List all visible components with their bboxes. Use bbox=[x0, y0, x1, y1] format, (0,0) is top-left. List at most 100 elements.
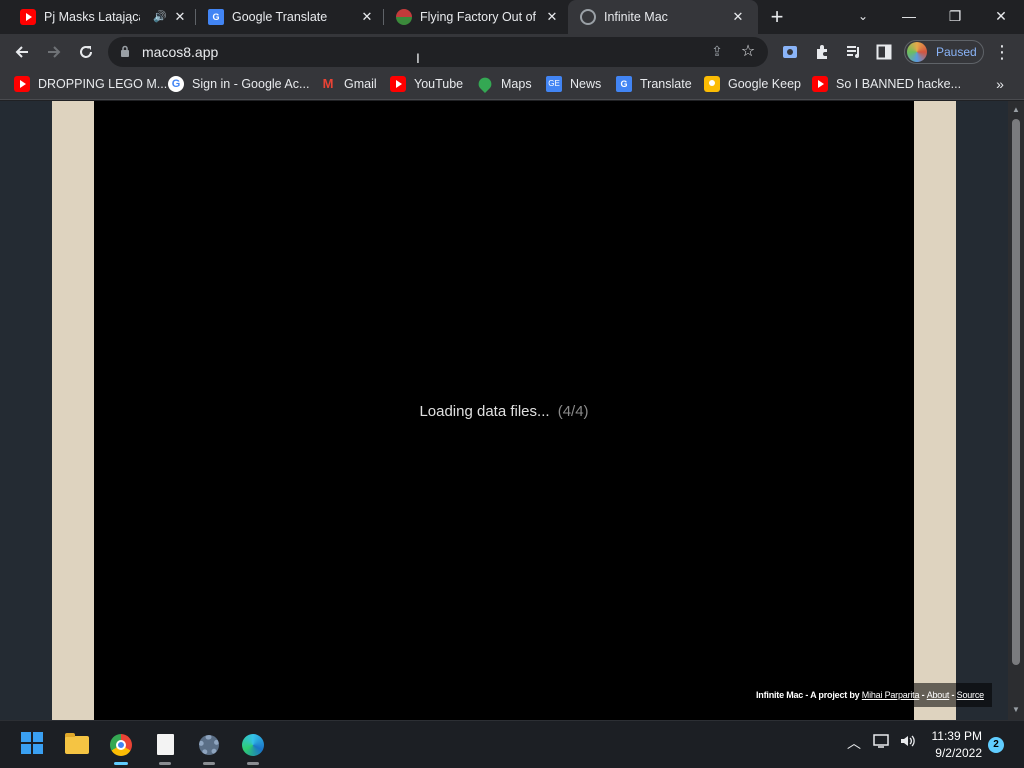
footer-separator: - bbox=[919, 690, 927, 700]
running-indicator bbox=[114, 762, 128, 765]
bookmark-news[interactable]: GE News bbox=[546, 70, 601, 98]
close-window-button[interactable]: ✕ bbox=[978, 0, 1024, 34]
windows-logo-pane bbox=[21, 744, 31, 754]
close-tab-icon[interactable]: ✕ bbox=[544, 9, 560, 25]
tab-title: Infinite Mac bbox=[604, 10, 668, 24]
bookmark-star-icon[interactable]: ☆ bbox=[738, 41, 758, 61]
gear-icon bbox=[199, 735, 219, 755]
page-content: Loading data files... (4/4) Infinite Mac… bbox=[0, 101, 1008, 720]
taskbar-file-explorer[interactable] bbox=[61, 729, 93, 761]
page-scrollbar[interactable]: ▲ ▼ bbox=[1008, 101, 1024, 720]
tab-title: Pj Masks Latająca f bbox=[44, 10, 140, 24]
tab-title: Google Translate bbox=[232, 10, 328, 24]
gmail-icon: M bbox=[322, 76, 334, 91]
google-translate-icon: G bbox=[616, 76, 632, 92]
chrome-icon bbox=[110, 734, 132, 756]
system-clock[interactable]: 11:39 PM 9/2/2022 bbox=[912, 728, 982, 762]
mac-bezel-right bbox=[914, 101, 956, 720]
profile-button[interactable]: Paused bbox=[904, 40, 984, 64]
bookmark-google-signin[interactable]: G Sign in - Google Ac... bbox=[168, 70, 309, 98]
bookmark-google-keep[interactable]: Google Keep bbox=[704, 70, 801, 98]
network-icon[interactable] bbox=[872, 733, 892, 752]
loading-progress: (4/4) bbox=[557, 403, 589, 420]
tab-google-translate[interactable]: G Google Translate ✕ bbox=[196, 0, 382, 34]
reload-icon bbox=[80, 46, 92, 58]
scroll-up-icon[interactable]: ▲ bbox=[1011, 105, 1021, 115]
globe-icon bbox=[580, 9, 596, 25]
reload-button[interactable] bbox=[72, 38, 100, 66]
google-icon: G bbox=[168, 76, 184, 92]
news-icon: GE bbox=[546, 76, 562, 92]
forward-button[interactable] bbox=[40, 38, 68, 66]
speaker-icon[interactable]: 🔊 bbox=[152, 9, 168, 25]
document-icon bbox=[157, 734, 174, 755]
taskbar-chrome[interactable] bbox=[105, 729, 137, 765]
text-cursor-icon: I bbox=[416, 50, 420, 66]
restore-button[interactable]: ❐ bbox=[932, 0, 978, 34]
tab-flying-factory[interactable]: Flying Factory Out of C ✕ bbox=[384, 0, 568, 34]
url-text: macos8.app bbox=[142, 44, 219, 60]
bookmarks-bar: DROPPING LEGO M... G Sign in - Google Ac… bbox=[0, 70, 1024, 100]
bookmark-dropping-lego[interactable]: DROPPING LEGO M... bbox=[14, 70, 167, 98]
running-indicator bbox=[247, 762, 259, 765]
address-bar[interactable]: macos8.app ⇪ ☆ bbox=[108, 37, 768, 67]
share-icon[interactable]: ⇪ bbox=[708, 43, 726, 61]
lock-icon bbox=[121, 45, 129, 57]
bookmark-banned-hackers[interactable]: So I BANNED hacke... bbox=[812, 70, 961, 98]
about-link[interactable]: About bbox=[927, 690, 950, 700]
bookmark-label: YouTube bbox=[414, 77, 464, 91]
network-display-icon bbox=[873, 734, 889, 748]
extensions-button[interactable] bbox=[808, 38, 836, 66]
music-queue-icon bbox=[847, 46, 859, 58]
bookmark-gmail[interactable]: M Gmail bbox=[320, 70, 377, 98]
site-footer: Infinite Mac - A project by Mihai Parpar… bbox=[748, 683, 992, 707]
new-tab-button[interactable]: + bbox=[763, 3, 791, 31]
start-button[interactable] bbox=[21, 732, 43, 754]
youtube-icon bbox=[20, 9, 36, 25]
close-tab-icon[interactable]: ✕ bbox=[172, 9, 188, 25]
clock-date: 9/2/2022 bbox=[935, 746, 982, 760]
media-control-button[interactable] bbox=[840, 38, 868, 66]
youtube-icon bbox=[390, 76, 406, 92]
taskbar-edge[interactable] bbox=[237, 729, 269, 765]
bookmark-maps[interactable]: Maps bbox=[475, 70, 532, 98]
bookmark-label: News bbox=[570, 77, 602, 91]
screencast-button[interactable] bbox=[776, 38, 804, 66]
notification-badge[interactable]: 2 bbox=[988, 737, 1004, 753]
youtube-icon bbox=[812, 76, 828, 92]
close-tab-icon[interactable]: ✕ bbox=[730, 9, 746, 25]
taskbar: ︿ 11:39 PM 9/2/2022 2 bbox=[0, 720, 1024, 768]
scroll-down-icon[interactable]: ▼ bbox=[1011, 705, 1021, 715]
taskbar-notepad[interactable] bbox=[149, 729, 181, 765]
browser-toolbar: macos8.app ⇪ ☆ Paused ⋮ bbox=[0, 34, 1024, 70]
more-bookmarks-chevron-icon[interactable]: » bbox=[990, 76, 1010, 92]
edge-icon bbox=[242, 734, 264, 756]
maps-icon bbox=[475, 74, 495, 94]
show-hidden-icons-chevron-icon[interactable]: ︿ bbox=[846, 733, 862, 753]
minimize-button[interactable]: — bbox=[886, 0, 932, 34]
tab-strip: Pj Masks Latająca f 🔊 ✕ G Google Transla… bbox=[0, 0, 1024, 34]
scrollbar-thumb[interactable] bbox=[1012, 119, 1020, 665]
menu-button[interactable]: ⋮ bbox=[988, 38, 1016, 66]
side-panel-button[interactable] bbox=[870, 38, 898, 66]
loading-status: Loading data files... (4/4) bbox=[94, 403, 914, 420]
folder-icon bbox=[65, 733, 89, 754]
bookmark-youtube[interactable]: YouTube bbox=[390, 70, 463, 98]
bookmark-label: Sign in - Google Ac... bbox=[192, 77, 310, 91]
bookmark-translate[interactable]: G Translate bbox=[616, 70, 692, 98]
flying-factory-icon bbox=[396, 9, 412, 25]
close-tab-icon[interactable]: ✕ bbox=[359, 9, 375, 25]
back-button[interactable] bbox=[8, 38, 36, 66]
tab-infinite-mac[interactable]: Infinite Mac ✕ bbox=[568, 0, 758, 34]
author-link[interactable]: Mihai Parparita bbox=[862, 690, 920, 700]
bookmark-label: Maps bbox=[501, 77, 532, 91]
source-link[interactable]: Source bbox=[957, 690, 985, 700]
taskbar-settings[interactable] bbox=[193, 729, 225, 765]
mac-bezel-left bbox=[52, 101, 94, 720]
tab-pj-masks[interactable]: Pj Masks Latająca f 🔊 ✕ bbox=[8, 0, 194, 34]
arrow-right-icon bbox=[48, 46, 61, 58]
keep-icon bbox=[704, 76, 720, 92]
tab-search-button[interactable]: ⌄ bbox=[840, 0, 886, 34]
emulator-screen[interactable]: Loading data files... (4/4) bbox=[94, 101, 914, 720]
side-panel-icon bbox=[876, 44, 892, 60]
